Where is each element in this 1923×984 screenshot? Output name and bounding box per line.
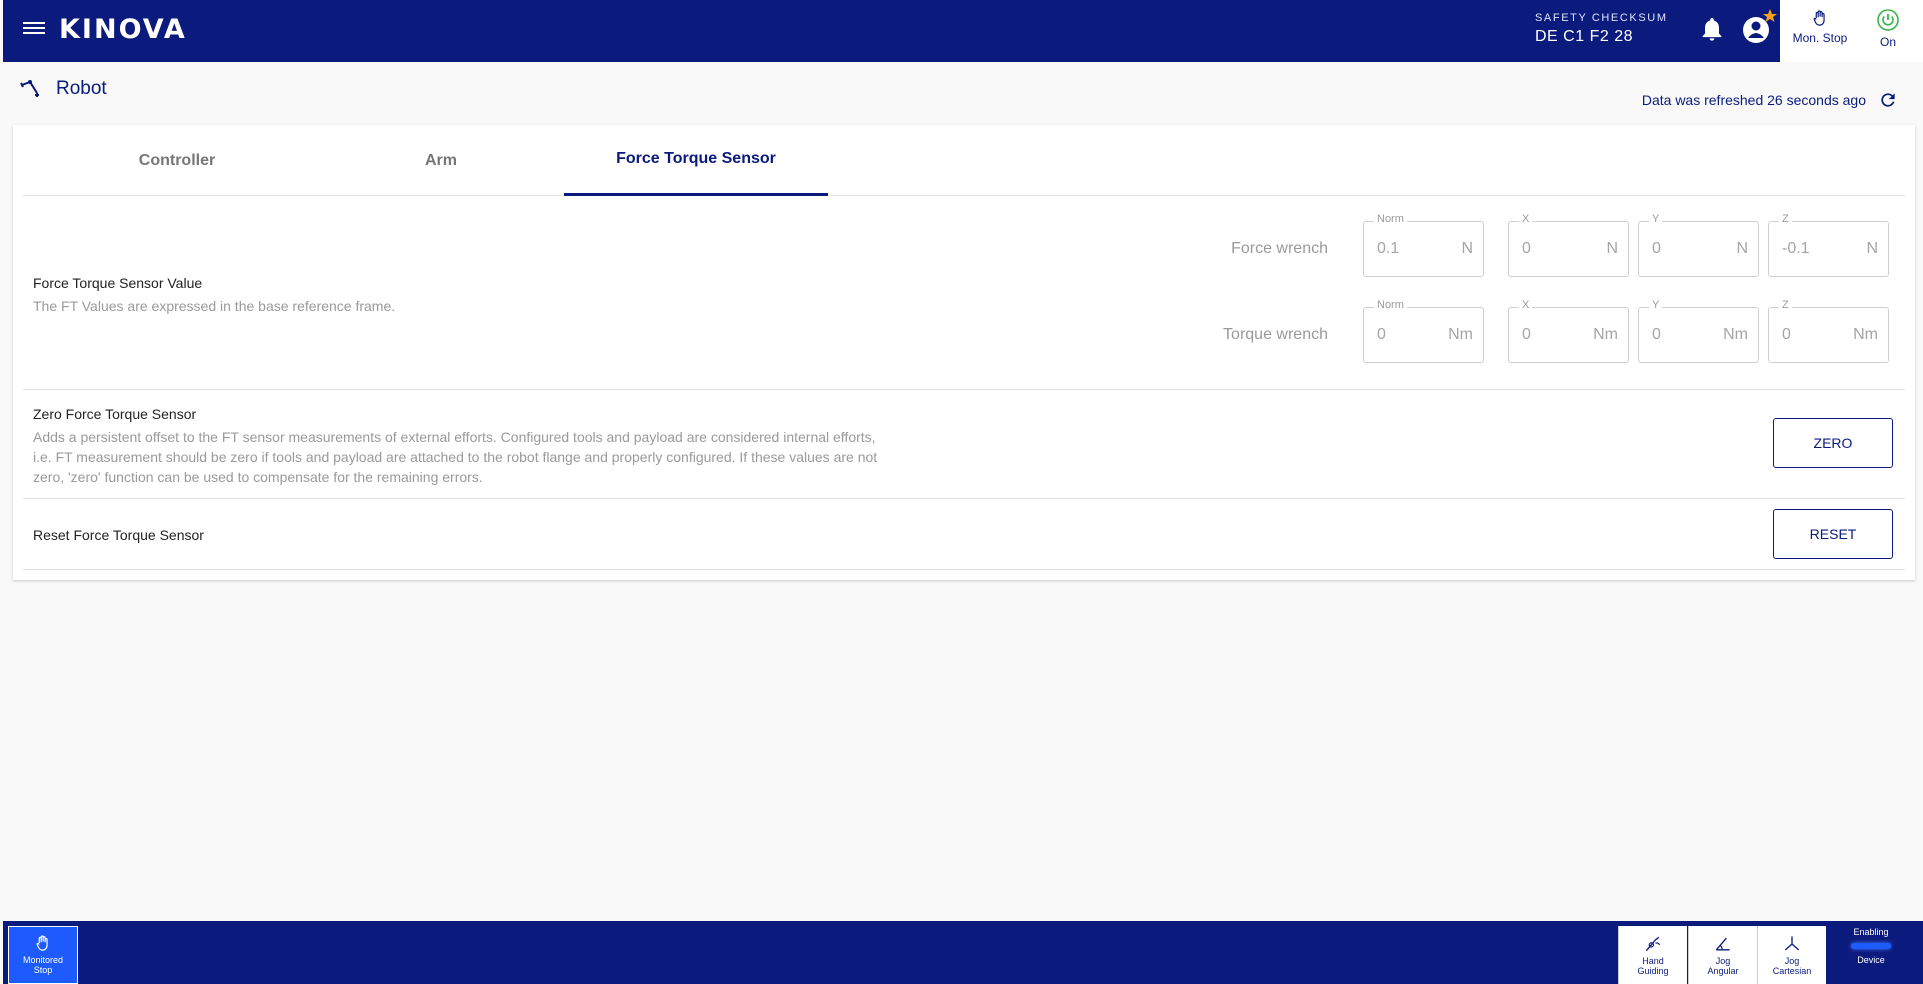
enabling-label: Enabling (1853, 927, 1889, 937)
divider (23, 389, 1905, 390)
device-label: Device (1857, 955, 1885, 965)
power-icon (1877, 9, 1899, 31)
hand-guiding-label-1: Hand (1642, 956, 1664, 966)
force-wrench-label: Force wrench (1231, 240, 1328, 257)
force-norm-field[interactable]: Norm 0.1 N (1363, 213, 1484, 277)
jog-cartesian-label-1: Jog (1784, 956, 1800, 966)
tab-bar: Controller Arm Force Torque Sensor (23, 125, 1905, 196)
power-label: On (1879, 35, 1896, 49)
header-action-panel: Mon. Stop On (1780, 0, 1923, 62)
jog-angular-button[interactable]: Jog Angular (1688, 926, 1757, 984)
user-account-icon[interactable] (1738, 8, 1778, 48)
reset-ft-title: Reset Force Torque Sensor (33, 527, 204, 543)
hand-guiding-label-2: Guiding (1637, 966, 1669, 976)
force-y-field[interactable]: Y 0 N (1638, 213, 1759, 277)
field-value: 0 (1652, 240, 1661, 257)
hand-stop-icon (1813, 10, 1825, 26)
torque-wrench-label: Torque wrench (1223, 326, 1328, 343)
zero-ft-description: Adds a persistent offset to the FT senso… (33, 429, 878, 485)
field-unit: Nm (1448, 326, 1473, 343)
robot-arm-icon (20, 80, 39, 97)
monitored-stop-label-2: Stop (33, 965, 53, 975)
field-value: -0.1 (1782, 240, 1810, 257)
robot-details-card: Controller Arm Force Torque Sensor Force… (13, 125, 1915, 580)
refresh-status: Data was refreshed 26 seconds ago (1642, 90, 1898, 110)
field-legend: X (1519, 299, 1533, 311)
power-button[interactable]: On (1868, 8, 1908, 49)
field-legend: Z (1779, 213, 1792, 225)
top-bar: KINOVA SAFETY CHECKSUM DE C1 F2 28 Mon. … (3, 0, 1923, 62)
divider (23, 498, 1905, 499)
cartesian-axes-icon (1784, 936, 1800, 951)
mon-stop-button[interactable]: Mon. Stop (1784, 8, 1856, 45)
field-value: 0 (1522, 326, 1531, 343)
safety-checksum: SAFETY CHECKSUM DE C1 F2 28 (1535, 12, 1668, 46)
field-legend: Norm (1374, 299, 1407, 311)
field-unit: N (1461, 240, 1473, 257)
ft-value-title: Force Torque Sensor Value (33, 275, 203, 291)
field-value: 0.1 (1377, 240, 1400, 257)
force-z-field[interactable]: Z -0.1 N (1768, 213, 1889, 277)
field-unit: Nm (1593, 326, 1618, 343)
field-unit: N (1736, 240, 1748, 257)
hand-stop-icon (36, 935, 48, 951)
torque-y-field[interactable]: Y 0 Nm (1638, 299, 1759, 363)
force-x-field[interactable]: X 0 N (1508, 213, 1629, 277)
zero-button[interactable]: ZERO (1773, 418, 1893, 468)
safety-checksum-label: SAFETY CHECKSUM (1535, 12, 1668, 24)
field-legend: Y (1649, 213, 1663, 225)
reset-button[interactable]: RESET (1773, 509, 1893, 559)
jog-cartesian-button[interactable]: Jog Cartesian (1757, 926, 1826, 984)
notifications-bell-icon[interactable] (1698, 14, 1726, 44)
monitored-stop-button[interactable]: Monitored Stop (8, 926, 78, 984)
page-header: Robot (18, 77, 107, 101)
field-value: 0 (1782, 326, 1791, 343)
field-value: 0 (1377, 326, 1386, 343)
field-unit: N (1606, 240, 1618, 257)
jog-angular-label-2: Angular (1707, 966, 1739, 976)
torque-z-field[interactable]: Z 0 Nm (1768, 299, 1889, 363)
divider (23, 569, 1905, 570)
refresh-icon[interactable] (1878, 90, 1898, 110)
tab-force-torque-sensor[interactable]: Force Torque Sensor (564, 125, 828, 196)
hand-guiding-button[interactable]: Hand Guiding (1618, 926, 1687, 984)
bottom-bar: Monitored Stop Hand Guiding Jog Angular … (3, 921, 1923, 984)
enabling-device-indicator: Enabling Device (1836, 927, 1906, 965)
enabling-status-bar (1851, 943, 1891, 949)
torque-norm-field[interactable]: Norm 0 Nm (1363, 299, 1484, 363)
field-unit: Nm (1723, 326, 1748, 343)
field-value: 0 (1652, 326, 1661, 343)
menu-icon[interactable] (23, 19, 45, 39)
field-legend: X (1519, 213, 1533, 225)
monitored-stop-label-1: Monitored (22, 955, 64, 965)
kinova-logo: KINOVA (59, 14, 187, 45)
hand-guiding-icon (1645, 936, 1661, 952)
jog-cartesian-label-2: Cartesian (1772, 966, 1812, 976)
zero-ft-title: Zero Force Torque Sensor (33, 406, 197, 422)
safety-checksum-value: DE C1 F2 28 (1535, 28, 1633, 45)
field-unit: Nm (1853, 326, 1878, 343)
field-unit: N (1866, 240, 1878, 257)
page-title: Robot (56, 78, 107, 99)
jog-angular-label-1: Jog (1715, 956, 1731, 966)
ft-value-description: The FT Values are expressed in the base … (33, 298, 396, 314)
field-legend: Z (1779, 299, 1792, 311)
mon-stop-label: Mon. Stop (1792, 31, 1848, 45)
field-legend: Y (1649, 299, 1663, 311)
field-legend: Norm (1374, 213, 1407, 225)
field-value: 0 (1522, 240, 1531, 257)
refresh-text: Data was refreshed 26 seconds ago (1641, 92, 1866, 108)
tab-arm[interactable]: Arm (309, 125, 573, 196)
torque-x-field[interactable]: X 0 Nm (1508, 299, 1629, 363)
angle-icon (1715, 937, 1730, 951)
tab-controller[interactable]: Controller (45, 125, 309, 196)
